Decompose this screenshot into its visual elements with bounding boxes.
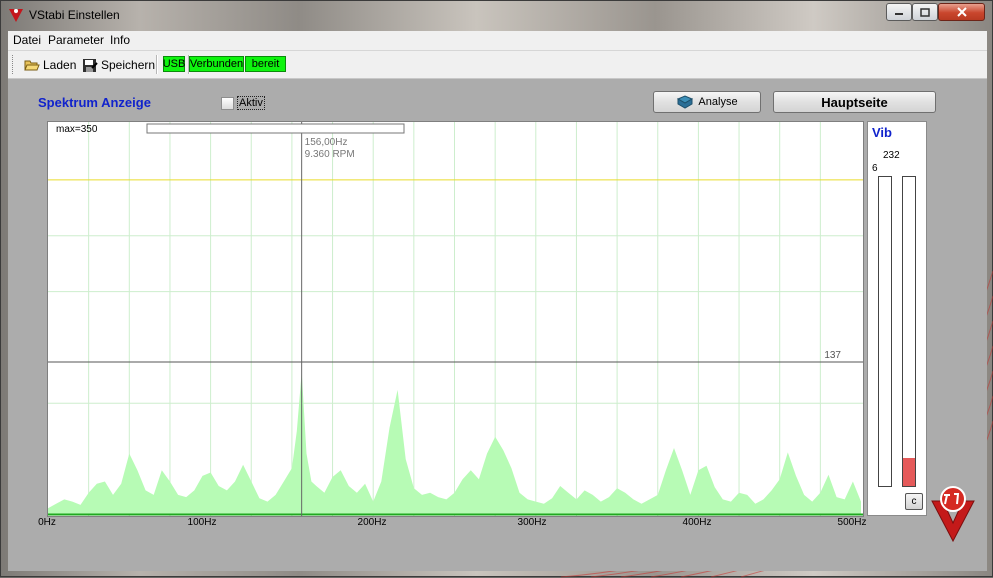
close-icon <box>956 7 967 17</box>
title-bar[interactable]: VStabi Einstellen <box>1 1 992 31</box>
vib-panel: Vib 232 6 c <box>867 121 927 516</box>
menu-bar: Datei Parameter Info <box>8 31 987 51</box>
x-tick-label: 400Hz <box>682 517 712 528</box>
max-label: max=350 <box>56 124 98 135</box>
analyse-label: Analyse <box>698 96 738 108</box>
save-button[interactable]: Speichern <box>82 55 155 75</box>
threshold-value: 137 <box>824 350 841 361</box>
clear-vib-button[interactable]: c <box>905 493 923 510</box>
cursor-rpm: 9.360 RPM <box>305 149 355 160</box>
vib-bar-right <box>902 176 916 487</box>
vstabi-logo <box>931 486 975 543</box>
maximize-button[interactable] <box>912 3 938 21</box>
toolbar: Laden Speichern USB Verbunden bereit <box>8 51 987 79</box>
minimize-icon <box>895 13 903 15</box>
x-tick-label: 200Hz <box>357 517 387 528</box>
connected-status: Verbunden <box>189 56 244 72</box>
toolbar-separator <box>156 55 158 74</box>
menu-datei[interactable]: Datei <box>13 33 41 47</box>
main-window: VStabi Einstellen Datei Parameter Info L… <box>0 0 993 578</box>
folder-open-icon <box>24 60 40 71</box>
analyse-button[interactable]: Analyse <box>653 91 761 113</box>
x-tick-label: 500Hz <box>837 517 867 528</box>
spectrum-plot[interactable]: 137 max=350 156,00Hz 9.360 RPM <box>47 121 864 517</box>
menu-info[interactable]: Info <box>110 33 130 47</box>
scroll-range-bar[interactable] <box>146 123 405 134</box>
ready-status: bereit <box>245 56 286 72</box>
cursor-frequency: 156,00Hz <box>305 137 348 148</box>
window-title: VStabi Einstellen <box>29 8 120 22</box>
x-tick-label: 0Hz <box>38 517 56 528</box>
hauptseite-button[interactable]: Hauptseite <box>773 91 936 113</box>
spectrum-title: Spektrum Anzeige <box>38 95 151 110</box>
vib-bar-left <box>878 176 892 487</box>
usb-status: USB <box>162 56 186 72</box>
vib-bar-right-fill <box>903 458 915 486</box>
spectrum-panel: Spektrum Anzeige Aktiv Analyse Hauptseit… <box>8 79 987 571</box>
spectrum-chart: 137 max=350 156,00Hz 9.360 RPM <box>48 122 863 516</box>
vib-side-value: 6 <box>872 163 878 174</box>
x-tick-label: 100Hz <box>187 517 217 528</box>
x-tick-label: 300Hz <box>517 517 547 528</box>
vib-top-value: 232 <box>883 150 900 161</box>
close-button[interactable] <box>938 3 985 21</box>
minimize-button[interactable] <box>886 3 912 21</box>
book-icon <box>677 95 694 109</box>
maximize-icon <box>920 7 930 17</box>
vstabi-app-icon <box>9 9 23 22</box>
toolbar-grip[interactable] <box>12 55 16 74</box>
x-axis-labels: 0Hz 100Hz 200Hz 300Hz 400Hz 500Hz <box>8 517 878 533</box>
aktiv-label[interactable]: Aktiv <box>237 96 265 110</box>
load-button[interactable]: Laden <box>24 55 76 75</box>
aktiv-checkbox[interactable] <box>221 97 234 110</box>
menu-parameter[interactable]: Parameter <box>48 33 104 47</box>
vib-title: Vib <box>872 125 892 140</box>
save-disk-icon <box>83 58 98 72</box>
load-label: Laden <box>43 58 77 72</box>
save-label: Speichern <box>101 58 156 72</box>
